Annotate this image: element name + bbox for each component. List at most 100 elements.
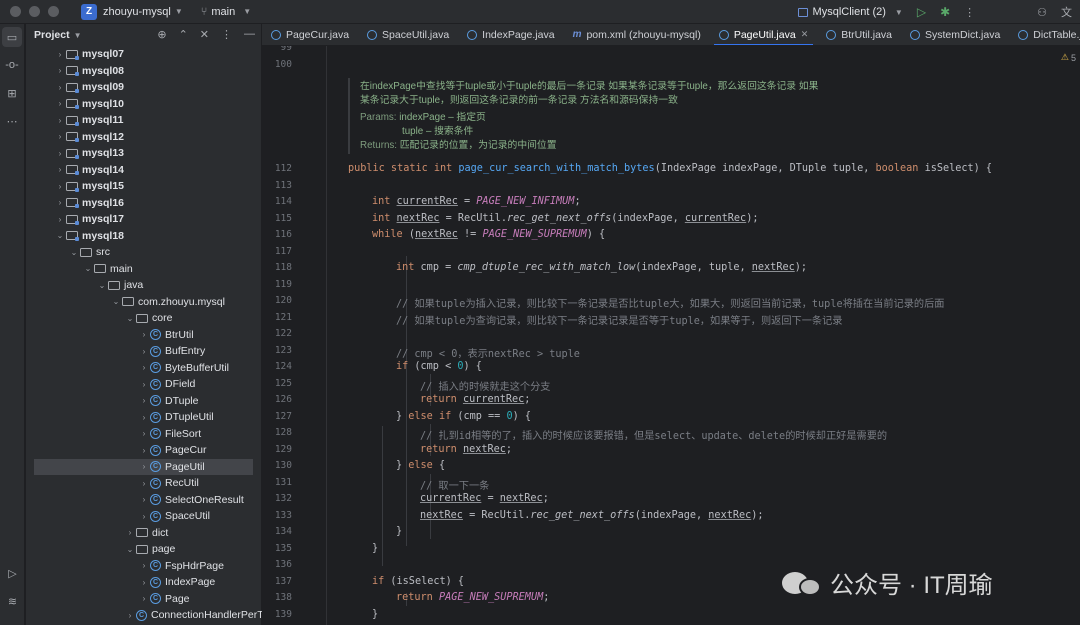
tree-item[interactable]: › mysql10 — [26, 96, 262, 113]
tree-item[interactable]: › C DTuple — [26, 393, 262, 410]
tree-item[interactable]: ⌄ mysql18 — [26, 228, 262, 245]
layers-tool-icon[interactable]: ≋ — [3, 591, 23, 611]
more-tools-icon[interactable]: ⋯ — [2, 111, 22, 131]
tree-item[interactable]: › C FileSort — [26, 426, 262, 443]
locate-icon[interactable]: ⊕ — [157, 28, 166, 41]
project-tool-icon[interactable]: ▭ — [2, 27, 22, 47]
chevron-right-icon[interactable]: › — [124, 528, 136, 537]
tree-item[interactable]: › C BtrUtil — [26, 327, 262, 344]
commit-tool-icon[interactable]: -o- — [2, 55, 22, 75]
tree-item[interactable]: › C DField — [26, 376, 262, 393]
chevron-right-icon[interactable]: › — [54, 99, 66, 108]
branch-switcher[interactable]: ⑂ main ▼ — [201, 6, 251, 18]
code-line[interactable]: return nextRec; — [420, 444, 512, 455]
chevron-right-icon[interactable]: › — [54, 83, 66, 92]
chevron-down-icon[interactable]: ⌄ — [54, 231, 66, 240]
chevron-right-icon[interactable]: › — [138, 347, 150, 356]
chevron-right-icon[interactable]: › — [138, 479, 150, 488]
chevron-right-icon[interactable]: › — [54, 198, 66, 207]
code-line[interactable]: // 如果tuple为查询记录，则比较下一条记录记录是否等于tuple，如果等于… — [396, 312, 842, 327]
tree-item[interactable]: › C SelectOneResult — [26, 492, 262, 509]
tree-item[interactable]: › C ByteBufferUtil — [26, 360, 262, 377]
chevron-right-icon[interactable]: › — [124, 611, 136, 620]
run-icon[interactable]: ▷ — [917, 5, 926, 19]
chevron-down-icon[interactable]: ⌄ — [124, 545, 136, 554]
run-configuration-selector[interactable]: MysqlClient (2) ▼ — [797, 6, 903, 18]
chevron-right-icon[interactable]: › — [138, 363, 150, 372]
chevron-right-icon[interactable]: › — [54, 165, 66, 174]
code-line[interactable]: } — [372, 609, 378, 620]
services-tool-icon[interactable]: ▷ — [3, 563, 23, 583]
tree-item[interactable]: › mysql15 — [26, 178, 262, 195]
code-line[interactable]: return PAGE_NEW_SUPREMUM; — [396, 592, 549, 603]
code-line[interactable]: // 如果tuple为插入记录，则比较下一条记录是否比tuple大，如果大，则返… — [396, 295, 944, 310]
code-line[interactable]: // cmp < 0，表示nextRec > tuple — [396, 345, 580, 360]
code-line[interactable]: // 扎到id相等的了，插入的时候应该要报错，但是select、update、d… — [420, 427, 887, 442]
code-line[interactable]: if (isSelect) { — [372, 576, 464, 587]
chevron-right-icon[interactable]: › — [138, 578, 150, 587]
chevron-right-icon[interactable]: › — [138, 413, 150, 422]
code-editor[interactable]: ⚠ 5 在indexPage中查找等于tuple或小于tuple的最后一条记录 … — [262, 46, 1080, 625]
collapse-all-icon[interactable]: ✕ — [200, 28, 209, 41]
tree-item[interactable]: › C SpaceUtil — [26, 508, 262, 525]
tree-item[interactable]: › C RecUtil — [26, 475, 262, 492]
project-switcher[interactable]: zhouyu-mysql — [103, 6, 171, 18]
editor-tab[interactable]: IndexPage.java — [458, 24, 563, 45]
code-line[interactable]: int nextRec = RecUtil.rec_get_next_offs(… — [372, 213, 758, 224]
hide-panel-icon[interactable]: — — [244, 28, 255, 41]
chevron-right-icon[interactable]: › — [138, 380, 150, 389]
chevron-right-icon[interactable]: › — [54, 66, 66, 75]
code-line[interactable]: nextRec = RecUtil.rec_get_next_offs(inde… — [420, 510, 764, 521]
tree-item[interactable]: › mysql12 — [26, 129, 262, 146]
tree-item[interactable]: › mysql09 — [26, 79, 262, 96]
tree-item[interactable]: › C FspHdrPage — [26, 558, 262, 575]
tree-item[interactable]: › mysql13 — [26, 145, 262, 162]
add-user-icon[interactable]: ⚇ — [1037, 6, 1047, 19]
expand-all-icon[interactable]: ⌃ — [179, 28, 188, 41]
tree-item[interactable]: › mysql07 — [26, 46, 262, 63]
tree-item[interactable]: › mysql14 — [26, 162, 262, 179]
code-line[interactable]: } — [396, 526, 402, 537]
chevron-down-icon[interactable]: ⌄ — [68, 248, 80, 257]
code-line[interactable]: } else if (cmp == 0) { — [396, 411, 531, 422]
editor-tab[interactable]: SpaceUtil.java — [358, 24, 458, 45]
translate-icon[interactable]: 文 — [1061, 4, 1072, 20]
chevron-right-icon[interactable]: › — [138, 495, 150, 504]
tree-item[interactable]: › mysql17 — [26, 211, 262, 228]
chevron-right-icon[interactable]: › — [138, 396, 150, 405]
chevron-right-icon[interactable]: › — [138, 561, 150, 570]
tree-item[interactable]: ⌄ core — [26, 310, 262, 327]
javadoc-rendered[interactable]: 在indexPage中查找等于tuple或小于tuple的最后一条记录 如果某条… — [348, 78, 828, 154]
tree-item[interactable]: › mysql08 — [26, 63, 262, 80]
tree-item[interactable]: ⌄ com.zhouyu.mysql — [26, 294, 262, 311]
code-line[interactable]: return currentRec; — [420, 394, 530, 405]
tree-item[interactable]: ⌄ src — [26, 244, 262, 261]
code-line[interactable]: int cmp = cmp_dtuple_rec_with_match_low(… — [396, 262, 807, 273]
chevron-right-icon[interactable]: › — [138, 462, 150, 471]
tree-item[interactable]: › C IndexPage — [26, 574, 262, 591]
close-window-button[interactable] — [10, 6, 21, 17]
tree-item[interactable]: › C PageCur — [26, 442, 262, 459]
tree-item[interactable]: › C BufEntry — [26, 343, 262, 360]
code-line[interactable]: // 插入的时候就走这个分支 — [420, 378, 550, 393]
chevron-right-icon[interactable]: › — [54, 215, 66, 224]
minimize-window-button[interactable] — [29, 6, 40, 17]
editor-tab[interactable]: SystemDict.java — [901, 24, 1009, 45]
chevron-right-icon[interactable]: › — [54, 132, 66, 141]
chevron-right-icon[interactable]: › — [54, 116, 66, 125]
tree-item[interactable]: › C DTupleUtil — [26, 409, 262, 426]
tree-item[interactable]: › C Page — [26, 591, 262, 608]
chevron-down-icon[interactable]: ⌄ — [96, 281, 108, 290]
chevron-down-icon[interactable]: ⌄ — [110, 297, 122, 306]
zoom-window-button[interactable] — [48, 6, 59, 17]
editor-tab[interactable]: BtrUtil.java — [817, 24, 901, 45]
code-line[interactable]: if (cmp < 0) { — [396, 361, 482, 372]
code-line[interactable]: } — [372, 543, 378, 554]
project-badge[interactable]: Z — [81, 3, 97, 20]
tree-item[interactable]: › mysql11 — [26, 112, 262, 129]
tree-item[interactable]: ⌄ page — [26, 541, 262, 558]
chevron-right-icon[interactable]: › — [138, 446, 150, 455]
tree-item[interactable]: ›C ConnectionHandlerPerThread — [26, 607, 262, 624]
more-icon[interactable]: ⋮ — [964, 6, 975, 19]
chevron-down-icon[interactable]: ⌄ — [82, 264, 94, 273]
